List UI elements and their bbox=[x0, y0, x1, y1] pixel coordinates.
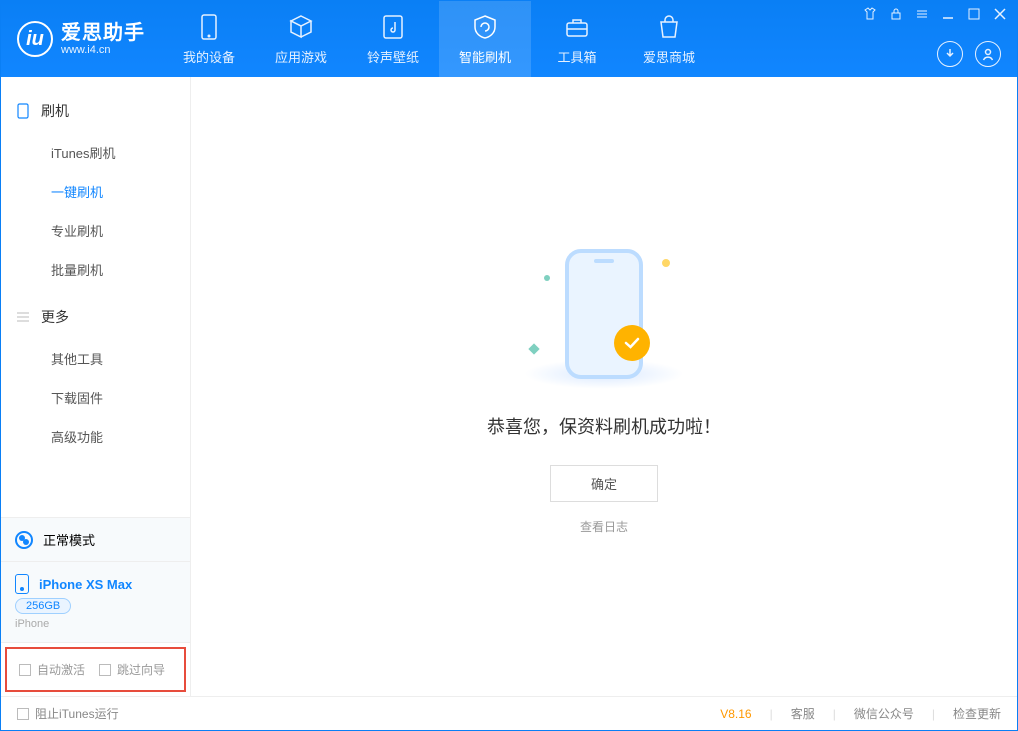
tab-apps-games[interactable]: 应用游戏 bbox=[255, 1, 347, 77]
view-log-link[interactable]: 查看日志 bbox=[580, 518, 628, 535]
decor-dot-icon bbox=[662, 259, 670, 267]
app-url: www.i4.cn bbox=[61, 44, 145, 56]
shirt-icon[interactable] bbox=[863, 7, 877, 21]
window-controls bbox=[863, 7, 1007, 21]
music-file-icon bbox=[382, 13, 404, 41]
cube-icon bbox=[288, 13, 314, 41]
tab-smart-flash[interactable]: 智能刷机 bbox=[439, 1, 531, 77]
sidebar-item-batch-flash[interactable]: 批量刷机 bbox=[1, 250, 190, 289]
logo[interactable]: iu 爱思助手 www.i4.cn bbox=[1, 1, 163, 77]
shield-refresh-icon bbox=[472, 13, 498, 41]
tab-ringtone-wallpaper[interactable]: 铃声壁纸 bbox=[347, 1, 439, 77]
device-panel: 正常模式 iPhone XS Max 256GB iPhone bbox=[1, 517, 190, 643]
checkbox-block-itunes[interactable]: 阻止iTunes运行 bbox=[17, 705, 119, 722]
tab-store[interactable]: 爱思商城 bbox=[623, 1, 715, 77]
lock-icon[interactable] bbox=[889, 7, 903, 21]
success-illustration bbox=[514, 239, 694, 389]
phone-icon bbox=[199, 13, 219, 41]
sidebar-item-itunes-flash[interactable]: iTunes刷机 bbox=[1, 133, 190, 172]
sidebar-group-flash[interactable]: 刷机 bbox=[1, 93, 190, 129]
tab-my-device[interactable]: 我的设备 bbox=[163, 1, 255, 77]
download-button[interactable] bbox=[937, 41, 963, 67]
sidebar-item-oneclick-flash[interactable]: 一键刷机 bbox=[1, 172, 190, 211]
sidebar-item-pro-flash[interactable]: 专业刷机 bbox=[1, 211, 190, 250]
close-button[interactable] bbox=[993, 7, 1007, 21]
phone-small-icon bbox=[15, 103, 31, 119]
version-label: V8.16 bbox=[720, 707, 751, 721]
device-icon bbox=[15, 574, 29, 594]
checkbox-icon bbox=[99, 664, 111, 676]
more-icon bbox=[15, 309, 31, 325]
sidebar-item-other-tools[interactable]: 其他工具 bbox=[1, 339, 190, 378]
header-right-buttons bbox=[937, 41, 1001, 67]
tab-toolbox[interactable]: 工具箱 bbox=[531, 1, 623, 77]
bag-icon bbox=[657, 13, 681, 41]
checkbox-skip-guide[interactable]: 跳过向导 bbox=[99, 661, 165, 678]
sidebar-item-download-firmware[interactable]: 下载固件 bbox=[1, 378, 190, 417]
storage-badge: 256GB bbox=[15, 598, 71, 614]
sidebar-item-advanced[interactable]: 高级功能 bbox=[1, 417, 190, 456]
device-type: iPhone bbox=[15, 618, 49, 630]
check-badge-icon bbox=[614, 325, 650, 361]
main-panel: 恭喜您，保资料刷机成功啦！ 确定 查看日志 bbox=[191, 77, 1017, 696]
device-mode-row[interactable]: 正常模式 bbox=[1, 518, 190, 562]
menu-icon[interactable] bbox=[915, 7, 929, 21]
decor-dot-icon bbox=[528, 343, 539, 354]
titlebar: iu 爱思助手 www.i4.cn 我的设备 应用游戏 铃声壁纸 bbox=[1, 1, 1017, 77]
status-bar: 阻止iTunes运行 V8.16 | 客服 | 微信公众号 | 检查更新 bbox=[1, 696, 1017, 730]
mode-icon bbox=[15, 531, 33, 549]
device-name: iPhone XS Max bbox=[39, 577, 132, 592]
options-highlight-box: 自动激活 跳过向导 bbox=[5, 647, 186, 692]
logo-icon: iu bbox=[17, 21, 53, 57]
decor-dot-icon bbox=[544, 275, 550, 281]
app-name: 爱思助手 bbox=[61, 22, 145, 44]
sidebar: 刷机 iTunes刷机 一键刷机 专业刷机 批量刷机 更多 其他工具 下载固件 … bbox=[1, 77, 191, 696]
wechat-link[interactable]: 微信公众号 bbox=[854, 705, 914, 722]
toolbox-icon bbox=[564, 13, 590, 41]
user-button[interactable] bbox=[975, 41, 1001, 67]
minimize-button[interactable] bbox=[941, 7, 955, 21]
maximize-button[interactable] bbox=[967, 7, 981, 21]
support-link[interactable]: 客服 bbox=[791, 705, 815, 722]
sidebar-group-more[interactable]: 更多 bbox=[1, 299, 190, 335]
checkbox-icon bbox=[17, 708, 29, 720]
checkbox-icon bbox=[19, 664, 31, 676]
success-message: 恭喜您，保资料刷机成功啦！ bbox=[487, 413, 721, 439]
ok-button[interactable]: 确定 bbox=[550, 465, 658, 502]
check-update-link[interactable]: 检查更新 bbox=[953, 705, 1001, 722]
main-tabs: 我的设备 应用游戏 铃声壁纸 智能刷机 工具箱 bbox=[163, 1, 715, 77]
device-row[interactable]: iPhone XS Max 256GB iPhone bbox=[1, 562, 190, 643]
checkbox-auto-activate[interactable]: 自动激活 bbox=[19, 661, 85, 678]
